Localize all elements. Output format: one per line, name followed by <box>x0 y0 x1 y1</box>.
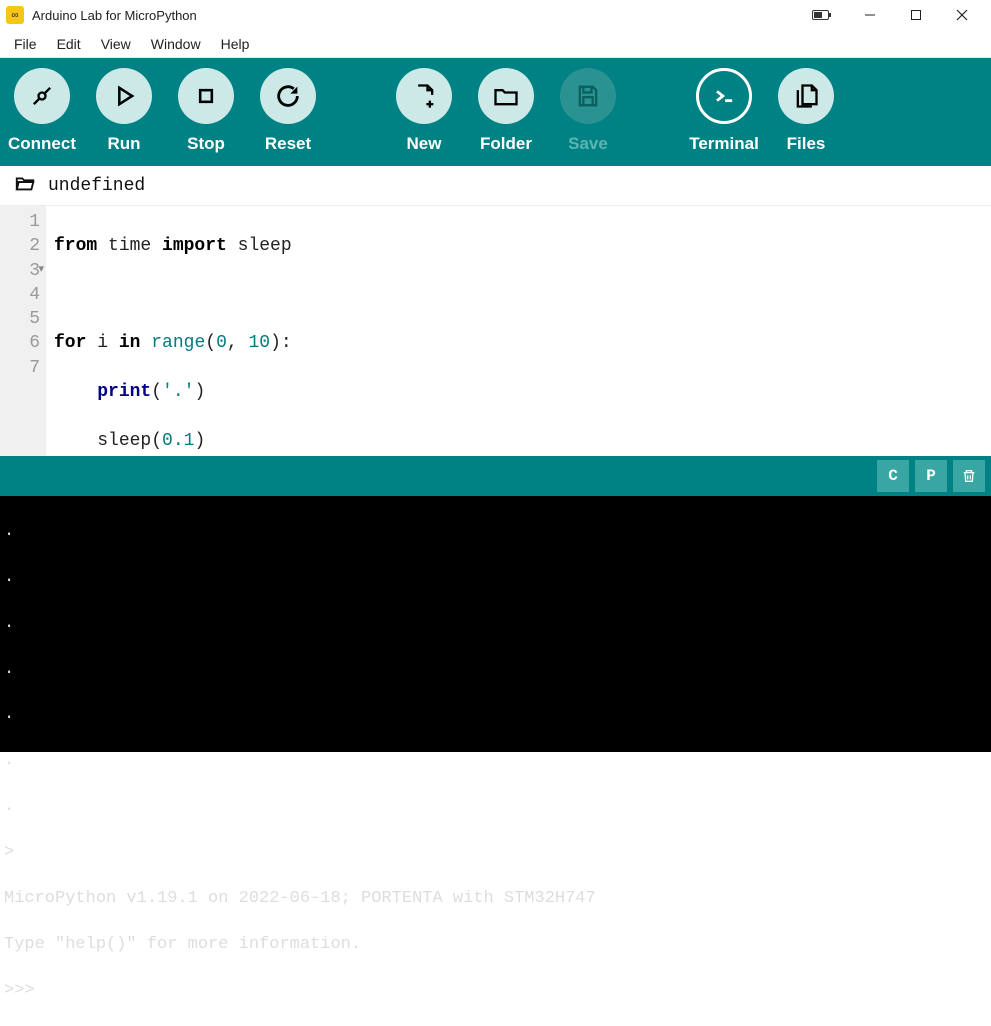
terminal-line: . <box>4 613 987 636</box>
line-number: 7 <box>10 356 40 380</box>
trash-button[interactable] <box>953 460 985 492</box>
files-icon <box>778 68 834 124</box>
terminal-label: Terminal <box>689 134 759 154</box>
menu-window[interactable]: Window <box>143 33 209 55</box>
save-button: Save <box>560 68 616 154</box>
stop-icon <box>178 68 234 124</box>
menu-help[interactable]: Help <box>213 33 258 55</box>
app-title: Arduino Lab for MicroPython <box>32 8 197 23</box>
save-label: Save <box>568 134 608 154</box>
code-area[interactable]: from time import sleep for i in range(0,… <box>46 206 300 456</box>
app-logo-icon: ∞ <box>6 6 24 24</box>
line-number: 5 <box>10 307 40 331</box>
new-icon <box>396 68 452 124</box>
new-label: New <box>407 134 442 154</box>
terminal-toolbar: C P <box>0 456 991 496</box>
minimize-button[interactable] <box>847 0 893 30</box>
folder-icon <box>478 68 534 124</box>
paste-button[interactable]: P <box>915 460 947 492</box>
maximize-button[interactable] <box>893 0 939 30</box>
terminal-button[interactable]: Terminal <box>696 68 752 154</box>
run-icon <box>96 68 152 124</box>
terminal-line: MicroPython v1.19.1 on 2022-06-18; PORTE… <box>4 888 987 911</box>
folder-button[interactable]: Folder <box>478 68 534 154</box>
reset-icon <box>260 68 316 124</box>
menu-edit[interactable]: Edit <box>49 33 89 55</box>
terminal-line: > <box>4 842 987 865</box>
stop-button[interactable]: Stop <box>178 68 234 154</box>
run-label: Run <box>107 134 140 154</box>
code-editor[interactable]: 1 2 3 4 5 6 7 from time import sleep for… <box>0 206 991 456</box>
gutter: 1 2 3 4 5 6 7 <box>0 206 46 456</box>
files-button[interactable]: Files <box>778 68 834 154</box>
terminal-line: . <box>4 567 987 590</box>
terminal-line: . <box>4 659 987 682</box>
copy-button[interactable]: C <box>877 460 909 492</box>
line-number: 2 <box>10 234 40 258</box>
line-number: 4 <box>10 283 40 307</box>
terminal-line: . <box>4 704 987 727</box>
toolbar: Connect Run Stop Reset New Folder S <box>0 58 991 166</box>
cursor-icon <box>49 981 59 1000</box>
terminal-prompt: >>> <box>4 980 987 1003</box>
connect-button[interactable]: Connect <box>14 68 70 154</box>
connect-icon <box>14 68 70 124</box>
folder-label: Folder <box>480 134 532 154</box>
line-number: 3 <box>10 259 40 283</box>
battery-icon <box>807 0 837 30</box>
terminal-line: . <box>4 750 987 773</box>
titlebar: ∞ Arduino Lab for MicroPython <box>0 0 991 30</box>
stop-label: Stop <box>187 134 225 154</box>
line-number: 6 <box>10 331 40 355</box>
open-folder-icon <box>14 172 36 200</box>
terminal[interactable]: . . . . . . . > MicroPython v1.19.1 on 2… <box>0 496 991 752</box>
menubar: File Edit View Window Help <box>0 30 991 58</box>
terminal-line: . <box>4 796 987 819</box>
close-button[interactable] <box>939 0 985 30</box>
filename: undefined <box>48 176 145 196</box>
terminal-line: Type "help()" for more information. <box>4 934 987 957</box>
save-icon <box>560 68 616 124</box>
terminal-line: . <box>4 521 987 544</box>
run-button[interactable]: Run <box>96 68 152 154</box>
menu-file[interactable]: File <box>6 33 45 55</box>
reset-label: Reset <box>265 134 311 154</box>
new-button[interactable]: New <box>396 68 452 154</box>
files-label: Files <box>787 134 826 154</box>
connect-label: Connect <box>8 134 76 154</box>
reset-button[interactable]: Reset <box>260 68 316 154</box>
filebar: undefined <box>0 166 991 206</box>
line-number: 1 <box>10 210 40 234</box>
menu-view[interactable]: View <box>93 33 139 55</box>
terminal-icon <box>696 68 752 124</box>
